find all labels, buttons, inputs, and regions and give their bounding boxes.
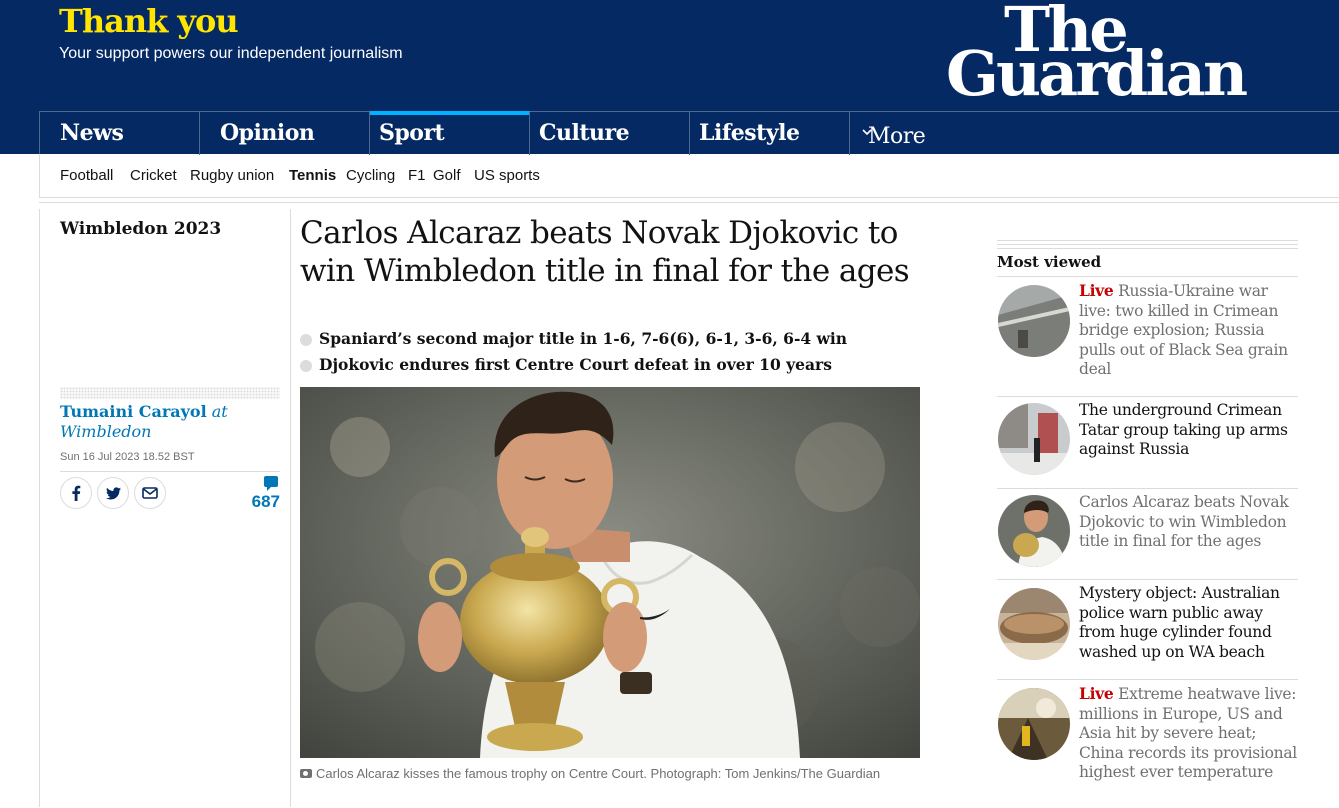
pillar-news[interactable]: News [39, 112, 200, 155]
most-viewed-item[interactable]: Carlos Alcaraz beats Novak Djokovic to w… [997, 488, 1298, 579]
masthead: Thank you Your support powers our indepe… [0, 0, 1339, 155]
thumbnail [998, 285, 1070, 357]
photo-illustration [300, 387, 920, 758]
author-link[interactable]: Tumaini Carayol [60, 402, 207, 421]
most-viewed-rules [997, 240, 1298, 252]
subnav-football[interactable]: Football [60, 167, 113, 184]
camera-icon [300, 769, 312, 778]
subnav-cycling[interactable]: Cycling [346, 167, 395, 184]
article-meta-column: Wimbledon 2023 Tumaini Carayol at Wimble… [39, 209, 291, 807]
most-viewed-item[interactable]: Mystery object: Australian police warn p… [997, 579, 1298, 680]
most-viewed-headline: Live Extreme heatwave live: millions in … [1079, 684, 1297, 782]
caption-text: Carlos Alcaraz kisses the famous trophy … [316, 766, 881, 781]
share-twitter-button[interactable] [97, 477, 129, 509]
subnav-f1[interactable]: F1 [408, 167, 426, 184]
live-badge: Live [1079, 281, 1114, 300]
most-viewed-headline: Mystery object: Australian police warn p… [1079, 584, 1280, 661]
publish-date: Sun 16 Jul 2023 18.52 BST [60, 451, 195, 463]
dotted-divider [60, 387, 280, 399]
pillar-opinion[interactable]: Opinion [199, 112, 360, 155]
share-email-button[interactable] [134, 477, 166, 509]
facebook-icon [72, 485, 81, 501]
most-viewed-item[interactable]: The underground Crimean Tatar group taki… [997, 396, 1298, 487]
main-photo [300, 387, 920, 758]
subnav-golf[interactable]: Golf [433, 167, 461, 184]
live-badge: Live [1079, 684, 1114, 703]
subnav-us-sports[interactable]: US sports [474, 167, 540, 184]
most-viewed-headline: Carlos Alcaraz beats Novak Djokovic to w… [1079, 493, 1289, 551]
share-facebook-button[interactable] [60, 477, 92, 509]
series-label[interactable]: Wimbledon 2023 [60, 219, 221, 239]
most-viewed-headline: Live Russia-Ukraine war live: two killed… [1079, 281, 1288, 379]
logo-guardian: Guardian [946, 37, 1248, 110]
comment-count: 687 [251, 492, 280, 511]
most-viewed-title: Most viewed [997, 253, 1102, 271]
comment-icon [264, 476, 278, 491]
more-menu-button[interactable]: More [849, 112, 970, 155]
more-label: More [868, 124, 926, 149]
thumbnail [998, 495, 1070, 567]
pillar-sport[interactable]: Sport [369, 111, 530, 155]
pillar-lifestyle[interactable]: Lifestyle [689, 112, 850, 155]
thank-you-subtitle: Your support powers our independent jour… [59, 45, 403, 62]
sport-subnav: Football Cricket Rugby union Tennis Cycl… [39, 154, 1339, 198]
most-viewed-headline: The underground Crimean Tatar group taki… [1079, 401, 1288, 459]
standfirst-item: Spaniard’s second major title in 1-6, 7-… [300, 328, 940, 354]
photo-caption: Carlos Alcaraz kisses the famous trophy … [300, 765, 920, 783]
pillar-nav: News Opinion Sport Culture Lifestyle Mor… [39, 111, 1339, 155]
twitter-icon [105, 486, 121, 499]
most-viewed-item[interactable]: Live Russia-Ukraine war live: two killed… [997, 276, 1298, 393]
pillar-culture[interactable]: Culture [529, 112, 690, 155]
divider [60, 471, 280, 472]
thumbnail [998, 688, 1070, 760]
divider [39, 202, 1339, 203]
most-viewed-item[interactable]: Live Extreme heatwave live: millions in … [997, 679, 1298, 808]
subnav-rugby-union[interactable]: Rugby union [190, 167, 274, 184]
thank-you-title: Thank you [59, 2, 239, 40]
subnav-cricket[interactable]: Cricket [130, 167, 177, 184]
thumbnail [998, 403, 1070, 475]
standfirst-item: Djokovic endures first Centre Court defe… [300, 354, 940, 380]
byline: Tumaini Carayol at Wimbledon [60, 402, 280, 442]
subnav-tennis[interactable]: Tennis [289, 167, 336, 184]
standfirst-list: Spaniard’s second major title in 1-6, 7-… [300, 328, 940, 380]
article-headline: Carlos Alcaraz beats Novak Djokovic to w… [300, 215, 910, 289]
email-icon [142, 487, 158, 499]
thumbnail [998, 588, 1070, 660]
